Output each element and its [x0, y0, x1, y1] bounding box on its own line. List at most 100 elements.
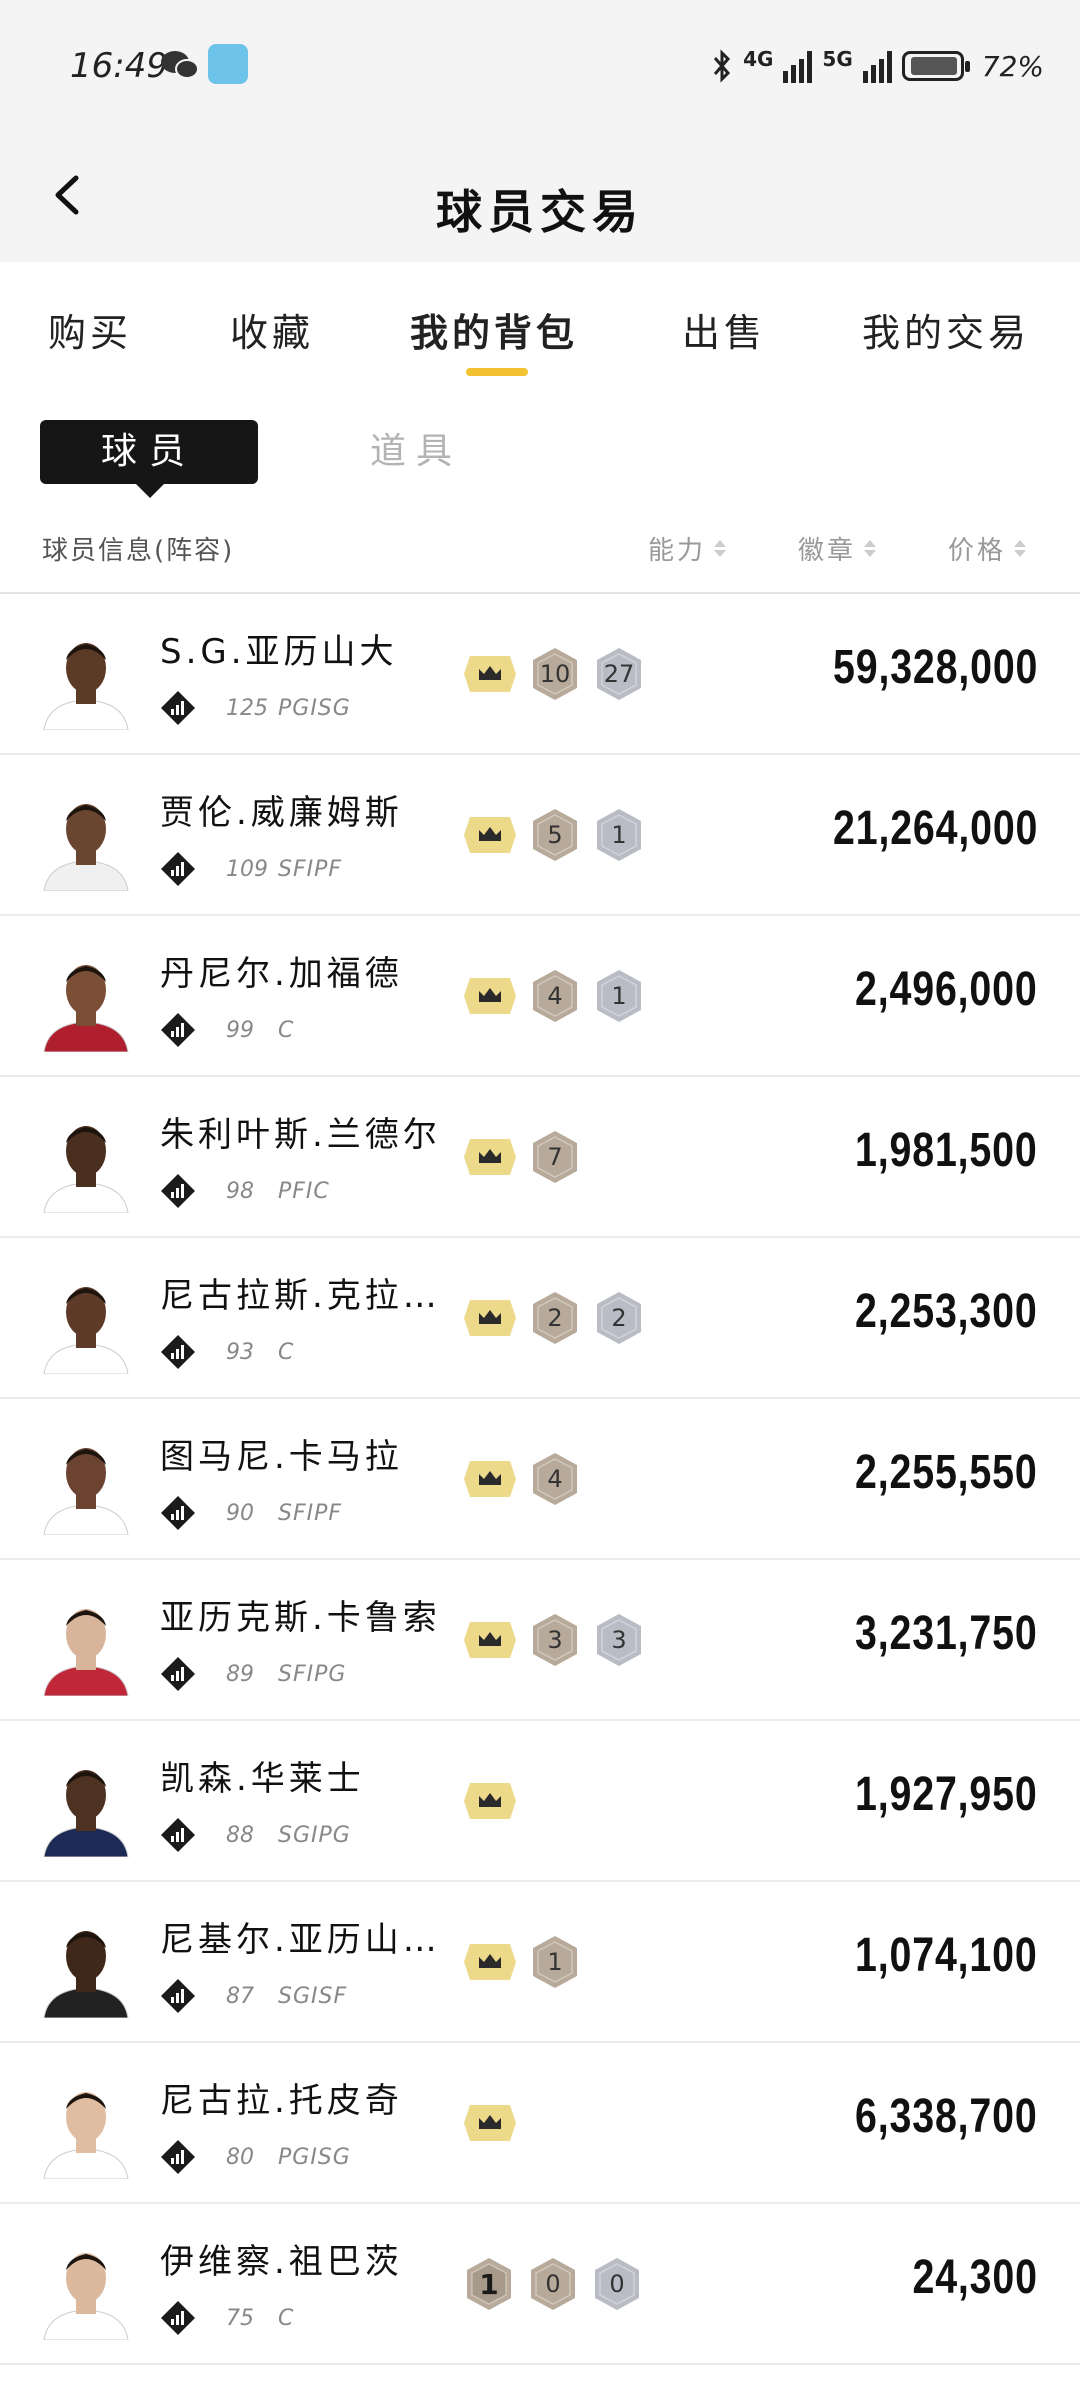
- player-name: 凯森.华莱士: [160, 1759, 365, 1799]
- player-row[interactable]: 伊维察.祖巴茨 75 C 1 0 0 24,300: [0, 2204, 1080, 2365]
- tab-my-trades[interactable]: 我的交易: [862, 302, 1030, 357]
- player-badges: 1 0 0: [464, 2256, 642, 2312]
- sort-price-label: 价格: [948, 536, 1007, 566]
- bronze-badge: 4: [530, 968, 580, 1024]
- player-name: 亚历克斯.卡鲁索: [160, 1598, 441, 1638]
- player-price: 1,981,500: [855, 1124, 1038, 1177]
- tab-my-backpack[interactable]: 我的背包: [410, 302, 578, 357]
- player-rating: 80: [226, 2145, 254, 2170]
- player-position: C: [278, 1340, 295, 1365]
- rank-icon: [161, 1657, 195, 1691]
- badge-count: 27: [603, 660, 635, 688]
- player-price: 1,074,100: [855, 1929, 1038, 1982]
- player-position: SFIPF: [278, 857, 343, 882]
- player-price: 24,300: [912, 2251, 1038, 2304]
- silver-badge: 27: [594, 646, 644, 702]
- sort-badge[interactable]: 徽章: [798, 530, 877, 567]
- crown-badge-icon: [464, 1461, 516, 1497]
- silver-badge: 2: [594, 1290, 644, 1346]
- sort-arrows-icon: [864, 540, 877, 557]
- player-badges: [464, 2095, 516, 2151]
- sort-price[interactable]: 价格: [948, 530, 1027, 567]
- silver-badge: 0: [592, 2256, 642, 2312]
- badge-count: 4: [547, 982, 563, 1010]
- bronze-badge: 10: [530, 646, 580, 702]
- player-row[interactable]: 丹尼尔.加福德 99 C 4 1 2,496,000: [0, 916, 1080, 1077]
- player-row[interactable]: 图马尼.卡马拉 90 SFIPF 4 2,255,550: [0, 1399, 1080, 1560]
- player-name: 尼古拉斯.克拉…: [160, 1276, 441, 1316]
- tab-buy[interactable]: 购买: [48, 302, 132, 357]
- player-price: 2,253,300: [855, 1285, 1038, 1338]
- player-avatar: [43, 2092, 129, 2179]
- book-app-icon: [208, 44, 248, 84]
- player-rating: 93: [226, 1340, 254, 1365]
- badge-count: 2: [547, 1304, 563, 1332]
- player-position: SGISF: [278, 1984, 348, 2009]
- player-name: S.G.亚历山大: [160, 632, 398, 672]
- player-row[interactable]: 凯森.华莱士 88 SGIPG 1,927,950: [0, 1721, 1080, 1882]
- player-badges: 4 1: [464, 968, 644, 1024]
- player-avatar: [43, 1770, 129, 1857]
- sort-ability[interactable]: 能力: [648, 530, 727, 567]
- player-row[interactable]: 亚历克斯.卡鲁索 89 SFIPG 3 3 3,231,750: [0, 1560, 1080, 1721]
- player-rating: 99: [226, 1018, 254, 1043]
- segment-items[interactable]: 道具: [370, 420, 490, 484]
- sort-arrows-icon: [714, 540, 727, 557]
- player-rating: 90: [226, 1501, 254, 1526]
- bronze-badge: 2: [530, 1290, 580, 1346]
- player-row[interactable]: 尼基尔.亚历山… 87 SGISF 1 1,074,100: [0, 1882, 1080, 2043]
- rank-icon: [161, 1818, 195, 1852]
- player-badges: 1: [464, 1934, 580, 1990]
- player-row[interactable]: 朱利叶斯.兰德尔 98 PFIC 7 1,981,500: [0, 1077, 1080, 1238]
- signal-icon: [862, 49, 892, 83]
- player-list: S.G.亚历山大 125 PGISG 10 27 59,328,000 贾伦.威…: [0, 594, 1080, 2365]
- player-row[interactable]: S.G.亚历山大 125 PGISG 10 27 59,328,000: [0, 594, 1080, 755]
- status-time: 16:49: [70, 46, 168, 86]
- player-position: PGISG: [278, 696, 351, 721]
- player-price: 59,328,000: [832, 641, 1038, 694]
- network-4g-label: 4G: [743, 47, 774, 71]
- bronze-badge: 1: [530, 1934, 580, 1990]
- badge-count: 7: [547, 1143, 563, 1171]
- silver-badge: 1: [594, 807, 644, 863]
- crown-badge-icon: [464, 656, 516, 692]
- crown-badge-icon: [464, 978, 516, 1014]
- crown-badge-icon: [464, 1783, 516, 1819]
- player-avatar: [43, 1126, 129, 1213]
- player-position: SFIPG: [278, 1662, 347, 1687]
- bronze-badge: 5: [530, 807, 580, 863]
- player-badges: 5 1: [464, 807, 644, 863]
- player-rating: 89: [226, 1662, 254, 1687]
- wechat-icon: [161, 51, 199, 79]
- badge-count: 1: [547, 1948, 563, 1976]
- bluetooth-icon: [713, 49, 731, 83]
- tab-sell[interactable]: 出售: [682, 302, 766, 357]
- player-badges: 2 2: [464, 1290, 644, 1346]
- player-price: 6,338,700: [855, 2090, 1038, 2143]
- player-price: 2,255,550: [855, 1446, 1038, 1499]
- player-rating: 75: [226, 2306, 254, 2331]
- sort-arrows-icon: [1014, 540, 1027, 557]
- player-row[interactable]: 尼古拉.托皮奇 80 PGISG 6,338,700: [0, 2043, 1080, 2204]
- tab-favorites[interactable]: 收藏: [230, 302, 314, 357]
- player-name: 贾伦.威廉姆斯: [160, 793, 403, 833]
- badge-count: 1: [611, 982, 627, 1010]
- player-avatar: [43, 1287, 129, 1374]
- player-position: PFIC: [278, 1179, 330, 1204]
- player-badges: 3 3: [464, 1612, 644, 1668]
- bronze-badge: 0: [528, 2256, 578, 2312]
- player-name: 丹尼尔.加福德: [160, 954, 403, 994]
- player-avatar: [43, 965, 129, 1052]
- status-bar: 16:49 4G 5G 72%: [0, 28, 1080, 104]
- badge-count: 10: [539, 660, 571, 688]
- rank-icon: [161, 691, 195, 725]
- player-position: PGISG: [278, 2145, 351, 2170]
- player-row[interactable]: 尼古拉斯.克拉… 93 C 2 2 2,253,300: [0, 1238, 1080, 1399]
- player-badges: 4: [464, 1451, 580, 1507]
- player-position: SGIPG: [278, 1823, 351, 1848]
- player-rating: 109: [226, 857, 268, 882]
- rank-icon: [161, 1013, 195, 1047]
- player-row[interactable]: 贾伦.威廉姆斯 109 SFIPF 5 1 21,264,000: [0, 755, 1080, 916]
- crown-badge-icon: [464, 1622, 516, 1658]
- segment-players[interactable]: 球员: [40, 420, 258, 498]
